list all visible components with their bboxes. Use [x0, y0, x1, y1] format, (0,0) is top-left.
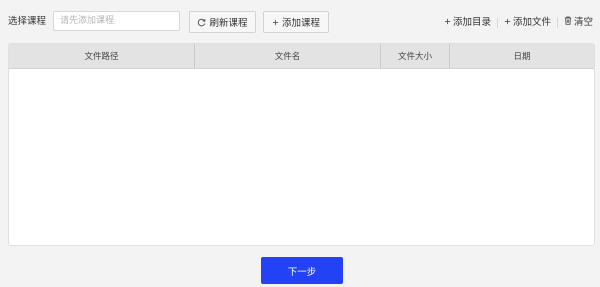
file-actions: 添加目录 添加文件 清空	[444, 16, 593, 29]
clear-button[interactable]: 清空	[564, 16, 593, 29]
column-header-date[interactable]: 日期	[450, 44, 594, 68]
divider	[556, 17, 558, 28]
column-header-file-path[interactable]: 文件路径	[9, 44, 195, 68]
course-select-label: 选择课程	[8, 16, 47, 27]
add-course-label: 添加课程	[281, 18, 320, 29]
add-course-button[interactable]: 添加课程	[263, 11, 329, 33]
column-header-file-size[interactable]: 文件大小	[381, 44, 450, 68]
add-directory-label: 添加目录	[452, 16, 491, 28]
clear-label: 清空	[573, 16, 593, 28]
refresh-course-button[interactable]: 刷新课程	[189, 11, 256, 33]
toolbar: 选择课程 刷新课程 添加课程 添加目录	[0, 0, 600, 42]
trash-icon	[564, 16, 572, 29]
refresh-course-label: 刷新课程	[209, 18, 248, 29]
divider	[496, 17, 498, 28]
add-file-button[interactable]: 添加文件	[504, 17, 551, 29]
next-step-button[interactable]: 下一步	[261, 257, 343, 284]
add-file-label: 添加文件	[512, 16, 551, 28]
column-header-file-name[interactable]: 文件名	[195, 44, 381, 68]
course-select-input[interactable]	[53, 11, 180, 31]
add-directory-button[interactable]: 添加目录	[444, 17, 491, 29]
plus-icon	[272, 19, 279, 26]
plus-icon	[504, 17, 511, 29]
file-table: 文件路径 文件名 文件大小 日期	[8, 43, 595, 246]
plus-icon	[444, 17, 451, 29]
table-header: 文件路径 文件名 文件大小 日期	[9, 44, 594, 69]
refresh-icon	[197, 18, 206, 27]
